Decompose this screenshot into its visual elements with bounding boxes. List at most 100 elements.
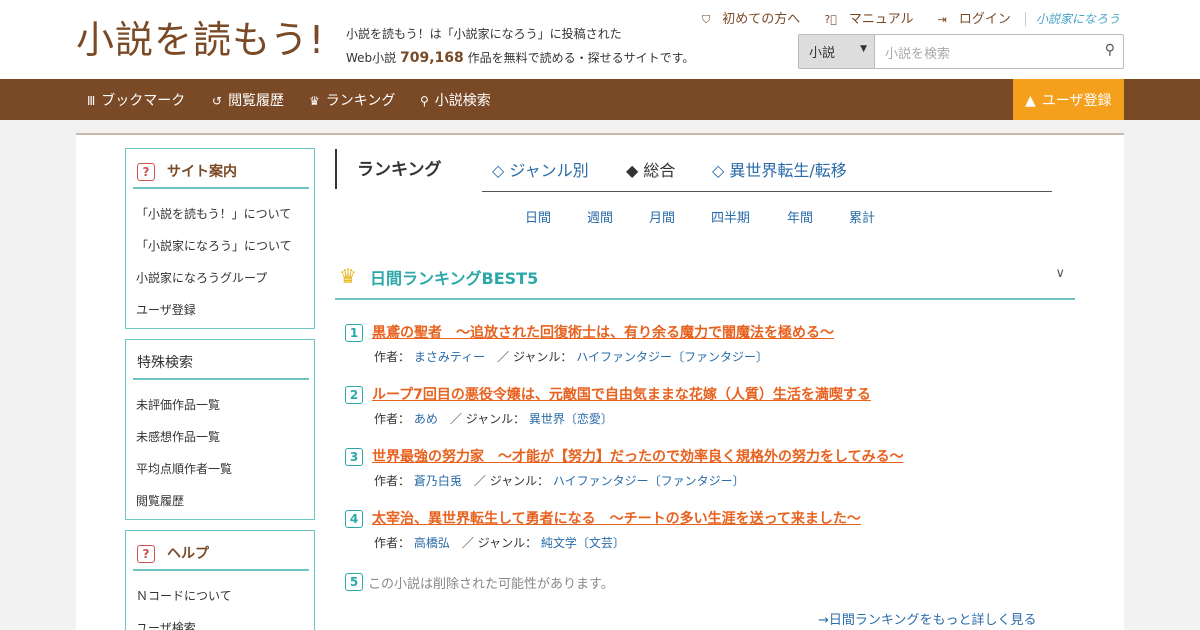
sidebar-guide-title-text: サイト案内	[167, 164, 237, 180]
novel-count: 709,168	[400, 50, 464, 66]
more-ranking-link[interactable]: →日間ランキングをもっと詳しく見る	[818, 609, 1037, 628]
chevron-down-icon: ▼	[860, 44, 867, 54]
register-button-label: ユーザ登録	[1041, 93, 1112, 109]
sidebar-help: ? ヘルプ Ｎコードについて ユーザ検索	[125, 530, 315, 630]
history-icon: ↺	[212, 94, 223, 108]
search-icon[interactable]: ⚲	[1105, 42, 1115, 58]
genre-label: ／ ジャンル：	[461, 536, 538, 550]
rank-number: 5	[345, 573, 363, 591]
manual-link[interactable]: ?⃝ マニュアル	[814, 12, 913, 27]
nav-bookmark-label: ブックマーク	[101, 93, 186, 109]
novel-meta: 作者： 蒼乃白兎 ／ ジャンル： ハイファンタジー〔ファンタジー〕	[374, 472, 745, 489]
shield-icon: ⛉	[701, 13, 711, 26]
sidebar-special-search: 特殊検索 未評価作品一覧 未感想作品一覧 平均点順作者一覧 閲覧履歴	[125, 339, 315, 520]
genre-label: ／ ジャンル：	[473, 474, 550, 488]
sidebar-link[interactable]: 閲覧履歴	[136, 485, 314, 517]
narou-logo-link[interactable]: 小説家になろう	[1024, 12, 1120, 26]
login-link[interactable]: ⇥ ログイン	[928, 12, 1011, 27]
author-link[interactable]: 高橋弘	[414, 536, 450, 550]
author-label: 作者：	[374, 536, 411, 550]
novel-title-link[interactable]: 世界最強の努力家 ～才能が【努力】だったので効率良く規格外の努力をしてみる～	[372, 446, 904, 466]
site-header: 小説を読もう! 小説を読もう！は「小説家になろう」に投稿された Web小説 70…	[0, 0, 1200, 79]
search-input[interactable]: 小説を検索	[885, 43, 950, 62]
rank-number: 3	[345, 448, 363, 466]
nav-search[interactable]: ⚲ 小説検索	[420, 90, 491, 110]
genre-link[interactable]: 純文学〔文芸〕	[541, 536, 625, 550]
period-yearly[interactable]: 年間	[787, 207, 813, 226]
beginner-link[interactable]: ⛉ 初めての方へ	[692, 12, 800, 27]
author-link[interactable]: 蒼乃白兎	[414, 474, 462, 488]
novel-title-link[interactable]: ループ7回目の悪役令嬢は、元敵国で自由気ままな花嫁（人質）生活を満喫する	[372, 384, 871, 404]
chevron-down-icon[interactable]: ∨	[1055, 266, 1065, 281]
login-icon: ⇥	[937, 13, 947, 26]
nav-history[interactable]: ↺ 閲覧履歴	[212, 90, 284, 110]
search-scope-value: 小説	[809, 46, 836, 61]
tab-isekai[interactable]: ◇ 異世界転生/転移	[712, 157, 847, 181]
author-label: 作者：	[374, 350, 411, 364]
novel-meta: 作者： 高橋弘 ／ ジャンル： 純文学〔文芸〕	[374, 534, 625, 551]
nav-search-label: 小説検索	[434, 93, 491, 109]
tagline-prefix: Web小説	[346, 51, 397, 65]
magnifier-icon: ⚲	[420, 94, 429, 108]
ranking-heading: ランキング	[335, 149, 442, 189]
question-icon: ?	[137, 545, 155, 563]
sidebar-link[interactable]: 未感想作品一覧	[136, 421, 314, 453]
nav-history-label: 閲覧履歴	[228, 93, 285, 109]
register-button[interactable]: ▲ ユーザ登録	[1013, 79, 1124, 120]
sidebar-link[interactable]: 平均点順作者一覧	[136, 453, 314, 485]
sidebar-link[interactable]: ユーザ登録	[136, 294, 314, 326]
period-weekly[interactable]: 週間	[587, 207, 613, 226]
sidebar-link[interactable]: Ｎコードについて	[136, 580, 314, 612]
genre-label: ／ ジャンル：	[449, 412, 526, 426]
site-logo[interactable]: 小説を読もう!	[76, 14, 325, 66]
author-link[interactable]: あめ	[414, 412, 438, 426]
sidebar-link[interactable]: 「小説家になろう」について	[136, 230, 314, 262]
period-quarterly[interactable]: 四半期	[711, 207, 750, 226]
nav-bookmark[interactable]: Ⅲ ブックマーク	[87, 90, 185, 110]
sidebar-special-title: 特殊検索	[133, 347, 309, 380]
period-monthly[interactable]: 月間	[649, 207, 675, 226]
manual-link-label: マニュアル	[848, 12, 914, 27]
rank-number: 4	[345, 510, 363, 528]
novel-title-link[interactable]: 黒鳶の聖者 ～追放された回復術士は、有り余る魔力で闇魔法を極める～	[372, 322, 834, 342]
sidebar-link[interactable]: 未評価作品一覧	[136, 389, 314, 421]
period-daily[interactable]: 日間	[525, 207, 551, 226]
novel-title-link[interactable]: 太宰治、異世界転生して勇者になる ～チートの多い生涯を送って来ました～	[372, 508, 861, 528]
deleted-notice: この小説は削除された可能性があります。	[368, 577, 614, 592]
sidebar-guide-title: ? サイト案内	[133, 156, 309, 189]
best5-header[interactable]: ♛ 日間ランキングBEST5 ∨	[335, 260, 1075, 300]
sidebar-link[interactable]: 「小説を読もう！」について	[136, 198, 314, 230]
genre-link[interactable]: ハイファンタジー〔ファンタジー〕	[553, 474, 745, 488]
ranking-tabs: ◇ ジャンル別 ◆ 総合 ◇ 異世界転生/転移	[482, 157, 1052, 192]
period-total[interactable]: 累計	[849, 207, 875, 226]
question-icon: ?	[137, 163, 155, 181]
tab-overall[interactable]: ◆ 総合	[626, 157, 675, 181]
crown-icon: ♛	[309, 94, 320, 108]
author-label: 作者：	[374, 412, 411, 426]
novel-meta: 作者： あめ ／ ジャンル： 異世界〔恋愛〕	[374, 410, 613, 427]
top-links: ⛉ 初めての方へ ?⃝ マニュアル ⇥ ログイン 小説家になろう	[682, 8, 1120, 27]
nav-ranking[interactable]: ♛ ランキング	[309, 90, 395, 110]
best5-title: 日間ランキングBEST5	[370, 269, 539, 288]
genre-link[interactable]: ハイファンタジー〔ファンタジー〕	[576, 350, 768, 364]
nav-ranking-label: ランキング	[325, 93, 396, 109]
rank-number: 1	[345, 324, 363, 342]
tab-genre[interactable]: ◇ ジャンル別	[492, 157, 589, 181]
bookmark-icon: Ⅲ	[87, 94, 96, 108]
question-icon: ?⃝	[824, 13, 837, 26]
main-content: ? サイト案内 「小説を読もう！」について 「小説家になろう」について 小説家にな…	[76, 133, 1124, 630]
sidebar-guide: ? サイト案内 「小説を読もう！」について 「小説家になろう」について 小説家にな…	[125, 148, 315, 329]
crown-icon: ♛	[339, 264, 357, 288]
author-link[interactable]: まさみティー	[414, 350, 485, 364]
sidebar-link[interactable]: 小説家になろうグループ	[136, 262, 314, 294]
sidebar-link[interactable]: ユーザ検索	[136, 612, 314, 630]
genre-label: ／ ジャンル：	[497, 350, 573, 364]
novel-meta: 作者： まさみティー ／ ジャンル： ハイファンタジー〔ファンタジー〕	[374, 348, 768, 365]
author-label: 作者：	[374, 474, 411, 488]
search-scope-select[interactable]: 小説 ▼	[799, 35, 875, 68]
login-link-label: ログイン	[958, 12, 1011, 27]
beginner-link-label: 初めての方へ	[722, 12, 801, 27]
tagline-line2: Web小説 709,168 作品を無料で読める・探せるサイトです。	[346, 46, 694, 70]
tagline-line1: 小説を読もう！は「小説家になろう」に投稿された	[346, 27, 622, 41]
genre-link[interactable]: 異世界〔恋愛〕	[529, 412, 613, 426]
